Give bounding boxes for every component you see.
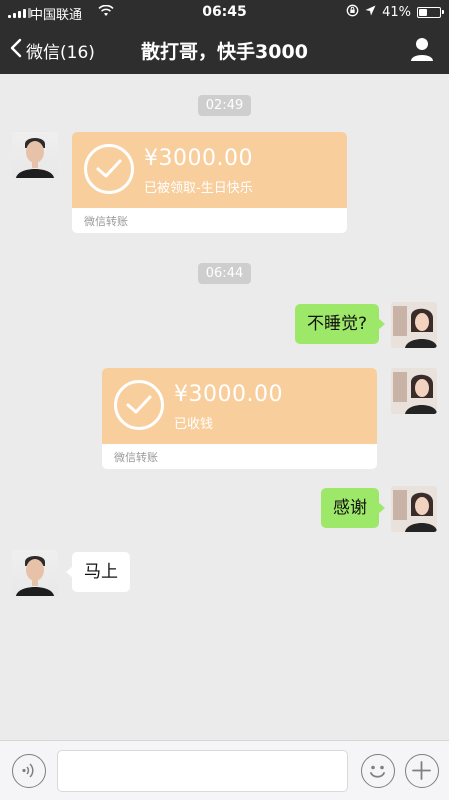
check-circle-icon <box>84 144 134 194</box>
avatar[interactable] <box>391 486 437 532</box>
transfer-footer: 微信转账 <box>84 215 128 228</box>
avatar[interactable] <box>12 550 58 596</box>
message-bubble[interactable]: 感谢 <box>321 488 385 528</box>
transfer-amount: ¥3000.00 <box>144 146 253 171</box>
person-icon[interactable] <box>409 36 435 62</box>
timestamp: 02:49 <box>197 95 252 116</box>
timestamp: 06:44 <box>197 263 252 284</box>
battery-percent: 41% <box>382 5 411 20</box>
back-label: 微信(16) <box>26 43 95 63</box>
battery-fill <box>419 9 427 16</box>
status-bar: 中国联通 06:45 41% <box>0 0 449 26</box>
emoji-icon[interactable] <box>361 754 395 788</box>
plus-icon[interactable] <box>405 754 439 788</box>
transfer-card[interactable]: ¥3000.00 已被领取-生日快乐 微信转账 <box>72 132 347 233</box>
message-bubble[interactable]: 不睡觉? <box>294 304 386 344</box>
input-bar <box>0 740 449 800</box>
transfer-card[interactable]: ¥3000.00 已收钱 微信转账 <box>102 368 377 469</box>
chat-area[interactable]: 02:49 ¥3000.00 已被领取-生日快乐 微信转账 06:44 不睡觉?… <box>0 74 449 740</box>
transfer-status: 已被领取-生日快乐 <box>144 181 253 196</box>
battery-icon <box>417 7 444 18</box>
message-input[interactable] <box>57 750 348 792</box>
avatar[interactable] <box>12 132 58 178</box>
top-bar: 中国联通 06:45 41% 微信(16) 散打哥，快手3000 <box>0 0 449 74</box>
transfer-status: 已收钱 <box>174 417 214 432</box>
transfer-footer: 微信转账 <box>114 451 158 464</box>
back-button[interactable]: 微信(16) <box>10 38 95 63</box>
chevron-left-icon <box>10 38 22 63</box>
nav-bar: 微信(16) 散打哥，快手3000 <box>0 26 449 74</box>
voice-icon[interactable] <box>12 754 46 788</box>
check-circle-icon <box>114 380 164 430</box>
message-bubble[interactable]: 马上 <box>66 552 130 592</box>
avatar[interactable] <box>391 368 437 414</box>
lock-rotation-icon <box>346 4 359 21</box>
transfer-amount: ¥3000.00 <box>174 382 283 407</box>
avatar[interactable] <box>391 302 437 348</box>
location-icon <box>365 5 376 20</box>
